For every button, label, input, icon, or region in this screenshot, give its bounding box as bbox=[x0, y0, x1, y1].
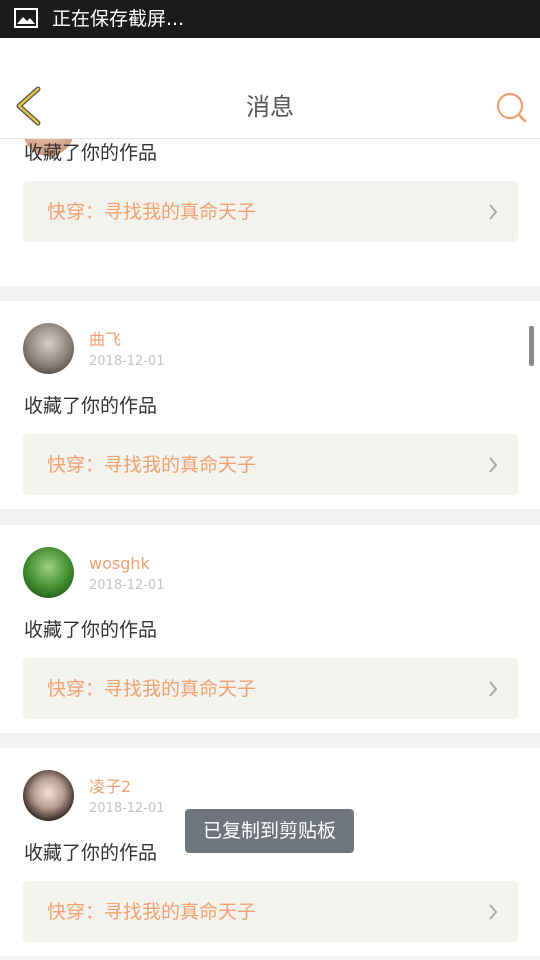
chevron-right-icon bbox=[489, 457, 498, 473]
search-button[interactable] bbox=[494, 90, 528, 124]
scrollbar[interactable] bbox=[529, 326, 534, 366]
message-date: 2018-12-01 bbox=[89, 578, 165, 593]
toast-message: 已复制到剪贴板 bbox=[185, 809, 354, 853]
chevron-right-icon bbox=[489, 904, 498, 920]
status-bar: 正在保存截屏... bbox=[0, 0, 540, 38]
message-action: 收藏了你的作品 bbox=[24, 142, 158, 164]
message-action: 收藏了你的作品 bbox=[24, 395, 158, 417]
page-title: 消息 bbox=[246, 93, 294, 121]
header: 消息 bbox=[0, 38, 540, 139]
image-icon bbox=[14, 8, 38, 28]
message-action: 收藏了你的作品 bbox=[24, 842, 158, 864]
message-card: wosghk 2018-12-01 收藏了你的作品 快穿：寻找我的真命天子 bbox=[0, 525, 540, 733]
work-title: 快穿：寻找我的真命天子 bbox=[47, 454, 257, 476]
chevron-right-icon bbox=[489, 681, 498, 697]
username[interactable]: 凌子2 bbox=[89, 777, 131, 797]
message-date: 2018-12-01 bbox=[89, 354, 165, 369]
avatar[interactable] bbox=[23, 323, 74, 374]
avatar[interactable] bbox=[23, 770, 74, 821]
username[interactable]: wosghk bbox=[89, 554, 150, 574]
work-link[interactable]: 快穿：寻找我的真命天子 bbox=[23, 658, 518, 719]
chevron-right-icon bbox=[489, 204, 498, 220]
work-title: 快穿：寻找我的真命天子 bbox=[47, 678, 257, 700]
message-date: 2018-12-01 bbox=[89, 801, 165, 816]
username[interactable]: 曲飞 bbox=[89, 330, 121, 350]
work-title: 快穿：寻找我的真命天子 bbox=[47, 201, 257, 223]
work-link[interactable]: 快穿：寻找我的真命天子 bbox=[23, 181, 518, 242]
message-card: 曲飞 2018-12-01 收藏了你的作品 快穿：寻找我的真命天子 bbox=[0, 301, 540, 509]
avatar[interactable] bbox=[23, 547, 74, 598]
message-action: 收藏了你的作品 bbox=[24, 619, 158, 641]
work-link[interactable]: 快穿：寻找我的真命天子 bbox=[23, 434, 518, 495]
work-link[interactable]: 快穿：寻找我的真命天子 bbox=[23, 881, 518, 942]
status-text: 正在保存截屏... bbox=[52, 8, 185, 30]
message-card: 2018-12-01 收藏了你的作品 快穿：寻找我的真命天子 bbox=[0, 139, 540, 286]
work-title: 快穿：寻找我的真命天子 bbox=[47, 901, 257, 923]
